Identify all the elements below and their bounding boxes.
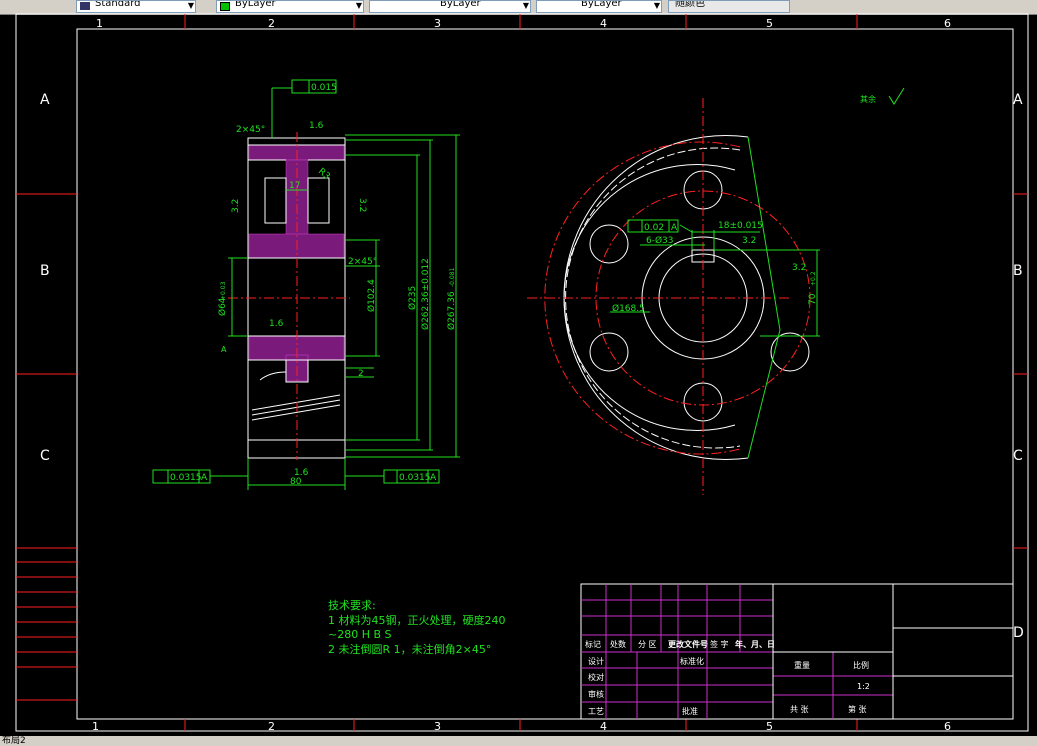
tb-scale: 比例 [853, 660, 869, 670]
col-label-top: 5 [766, 17, 773, 30]
notes-line1: 1 材料为45钢，正火处理，硬度240 [328, 613, 506, 627]
face-view: 0.02 A 6-Ø33 18±0.015 3.2 3.2 Ø168.5 70 … [527, 87, 905, 495]
rough-key-label: 3.2 [742, 236, 756, 246]
tb-standard: 标准化 [680, 656, 704, 666]
col-label-top: 4 [600, 17, 607, 30]
d235-label: Ø235 [407, 286, 418, 310]
rough-keyside-label: 3.2 [792, 263, 806, 273]
tb-total: 共 张 [790, 705, 809, 714]
tech-notes: 技术要求: 1 材料为45钢，正火处理，硬度240 ~280 H B S 2 未… [328, 599, 506, 656]
tol-runout-right-value: 0.0315 [399, 473, 431, 483]
tb-design: 设计 [588, 656, 604, 666]
row-label-right: A [1013, 92, 1023, 108]
d267-tol-label: -0.081 [449, 267, 456, 287]
tb-weight: 重量 [794, 660, 810, 670]
rough-mid-label: 1.6 [269, 319, 284, 329]
row-label-left: A [40, 92, 50, 108]
tb-date: 年、月、日 [735, 639, 775, 649]
notes-line3: 2 未注倒圆R 1，未注倒角2×45° [328, 642, 491, 656]
tol-runout-right-datum: A [430, 473, 437, 483]
col-label-bottom: 1 [92, 720, 99, 733]
key-depth-tol-label: +0.2 [810, 271, 817, 286]
zone-ticks [16, 14, 1028, 731]
tol-symmetry-datum: A [671, 223, 678, 233]
tb-check: 校对 [588, 672, 604, 682]
bore-tol-label: +0.03 [220, 281, 227, 300]
d262-label: Ø262.36±0.012 [420, 258, 431, 330]
zone-labels: 1 2 3 4 5 6 1 2 3 4 5 6 A B C A B C D [40, 17, 1024, 733]
hole-lr [770, 332, 810, 372]
col-label-top: 6 [944, 17, 951, 30]
tb-scale-value: 1:2 [857, 682, 870, 691]
datum-a-label: A [221, 345, 227, 354]
hole-ll [589, 332, 629, 372]
web-width-label: 17 [289, 181, 300, 191]
col-label-top: 1 [96, 17, 103, 30]
key-depth-label: 70 [808, 293, 818, 305]
col-label-bottom: 5 [766, 720, 773, 733]
width-label: 80 [290, 477, 302, 487]
row-label-right: D [1013, 625, 1024, 641]
col-label-top: 2 [268, 17, 275, 30]
col-label-top: 3 [434, 17, 441, 30]
notes-title: 技术要求: [328, 599, 376, 612]
col-label-bottom: 3 [434, 720, 441, 733]
drawing-canvas[interactable]: 1 2 3 4 5 6 1 2 3 4 5 6 A B C A B C D 0.… [0, 0, 1037, 736]
tb-review: 审核 [588, 689, 604, 699]
holes-label: 6-Ø33 [646, 235, 674, 246]
hole-ul [589, 224, 629, 264]
step-label: 2 [358, 369, 364, 379]
tb-sign: 签 字 [710, 639, 729, 649]
row-label-right: B [1013, 263, 1023, 279]
status-bar: 布局2 [0, 736, 1037, 746]
row-label-left: C [40, 448, 50, 464]
col-label-bottom: 4 [600, 720, 607, 733]
title-block: 标记 处数 分 区 更改文件号 签 字 年、月、日 设计 标准化 校对 审核 工… [580, 583, 1014, 720]
sheet-border-outer [15, 13, 1029, 732]
chamfer-mid-label: 2×45° [348, 257, 377, 267]
notes-line2: ~280 H B S [328, 628, 392, 641]
tol-runout-left-value: 0.0315 [170, 473, 202, 483]
col-label-bottom: 2 [268, 720, 275, 733]
layout-tab[interactable]: 布局2 [2, 736, 26, 746]
tb-approve: 批准 [682, 706, 698, 716]
tb-sheet: 第 张 [848, 704, 867, 714]
chamfer-top-label: 2×45° [236, 125, 265, 135]
section-view: 0.015 0.0315 A 0.0315 A 2×45° 1.6 R3 17 … [152, 79, 460, 490]
tol-runout-left-datum: A [201, 473, 208, 483]
rough-top-label: 1.6 [309, 121, 324, 131]
tol-symmetry-value: 0.02 [644, 223, 664, 233]
rough-right-label: 3.2 [357, 198, 367, 212]
sheet-border-inner [76, 28, 1014, 720]
row-label-right: C [1013, 448, 1023, 464]
tb-docno: 更改文件号 [668, 639, 708, 649]
tb-count: 处数 [610, 639, 626, 649]
hub-dia-label: Ø102.4 [366, 279, 377, 312]
pcd-label: Ø168.5 [612, 303, 645, 314]
tol-parallel-value: 0.015 [311, 83, 337, 93]
key-width-label: 18±0.015 [718, 221, 763, 231]
col-label-bottom: 6 [944, 720, 951, 733]
tb-mark: 标记 [585, 639, 601, 649]
tb-zone: 分 区 [638, 640, 657, 649]
row-label-left: B [40, 263, 50, 279]
d267-label: Ø267.36 [446, 291, 457, 330]
others-rough-label: 其余 [860, 94, 876, 104]
tb-process: 工艺 [588, 707, 604, 716]
rough-left-label: 3.2 [231, 199, 241, 213]
